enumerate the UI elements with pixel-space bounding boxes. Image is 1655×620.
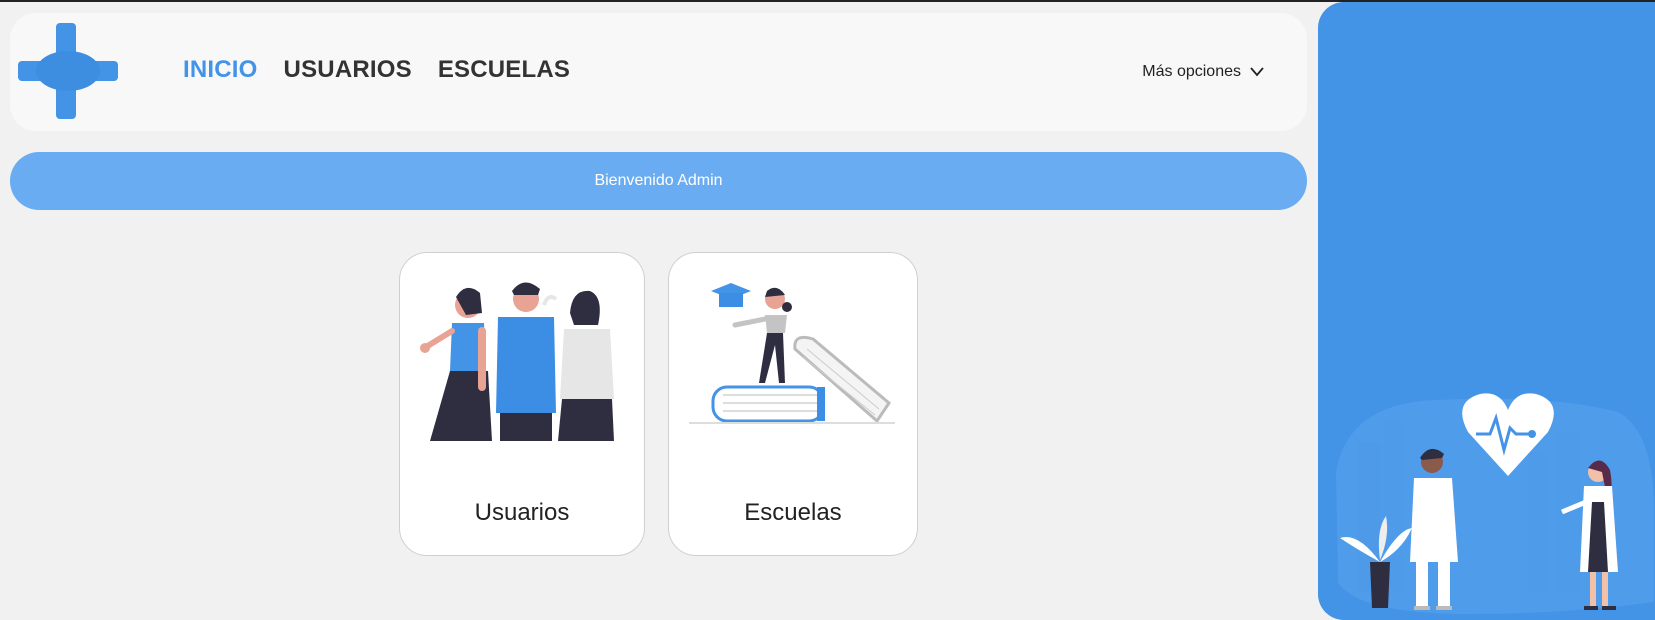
- schools-card-label: Escuelas: [744, 499, 842, 526]
- main-nav: INICIO USUARIOS ESCUELAS: [183, 56, 570, 84]
- schools-card[interactable]: Escuelas: [668, 252, 918, 556]
- medical-cross-logo[interactable]: [18, 23, 120, 119]
- graduate-books-illustration: [689, 283, 895, 424]
- welcome-banner: Bienvenido Admin: [10, 152, 1307, 210]
- users-card[interactable]: Usuarios: [399, 252, 645, 556]
- doctors-heart-illustration: [1336, 393, 1655, 614]
- nav-link-usuarios[interactable]: USUARIOS: [284, 56, 412, 84]
- more-options-dropdown[interactable]: Más opciones: [1142, 63, 1265, 81]
- welcome-text: Bienvenido Admin: [594, 172, 723, 189]
- nav-link-escuelas[interactable]: ESCUELAS: [438, 56, 570, 84]
- people-group-illustration: [420, 282, 614, 441]
- users-card-label: Usuarios: [474, 499, 570, 526]
- chevron-down-icon: [1250, 67, 1264, 77]
- more-options-label: Más opciones: [1142, 63, 1241, 80]
- nav-link-inicio[interactable]: INICIO: [183, 56, 258, 84]
- side-panel: [1318, 2, 1655, 620]
- top-navbar: INICIO USUARIOS ESCUELAS Más opciones: [10, 13, 1307, 131]
